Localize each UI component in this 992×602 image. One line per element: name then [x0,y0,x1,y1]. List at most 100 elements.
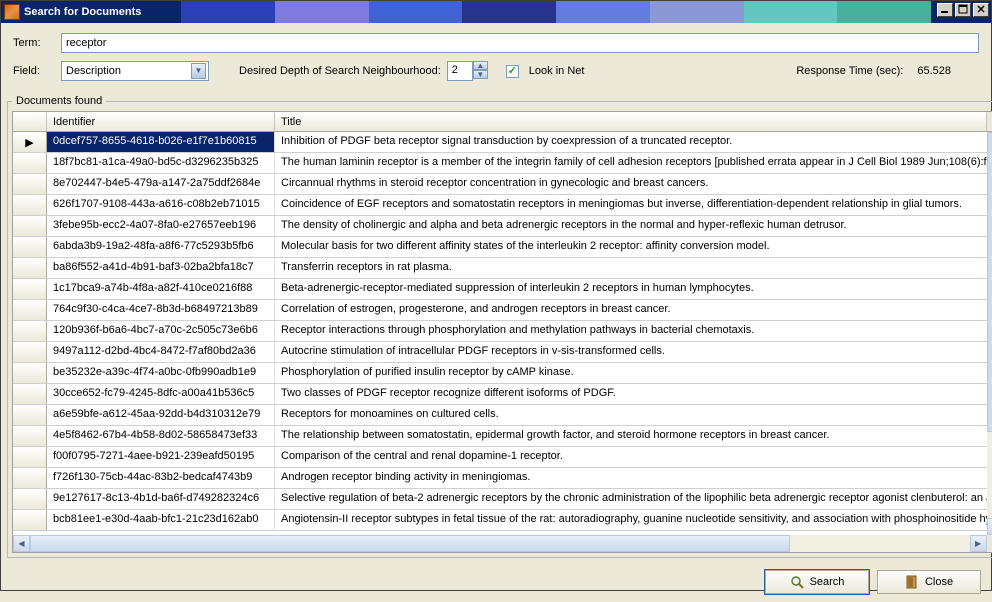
minimize-button[interactable] [937,3,953,17]
lookin-checkbox[interactable]: ✓ [506,65,519,78]
close-window-button[interactable] [973,3,989,17]
table-row[interactable]: 1c17bca9-a74b-4f8a-a82f-410ce0216f88Beta… [13,279,992,300]
title-cell[interactable]: Transferrin receptors in rat plasma. [275,258,992,278]
identifier-cell[interactable]: a6e59bfe-a612-45aa-92dd-b4d310312e79 [47,405,275,425]
spinner-up-icon[interactable]: ▲ [473,61,488,70]
identifier-cell[interactable]: 120b936f-b6a6-4bc7-a70c-2c505c73e6b6 [47,321,275,341]
identifier-cell[interactable]: 1c17bca9-a74b-4f8a-a82f-410ce0216f88 [47,279,275,299]
identifier-cell[interactable]: bcb81ee1-e30d-4aab-bfc1-21c23d162ab0 [47,510,275,530]
title-cell[interactable]: Coincidence of EGF receptors and somatos… [275,195,992,215]
identifier-cell[interactable]: f00f0795-7271-4aee-b921-239eafd50195 [47,447,275,467]
vertical-scrollbar[interactable]: ▼ [987,132,992,535]
table-row[interactable]: a6e59bfe-a612-45aa-92dd-b4d310312e79Rece… [13,405,992,426]
title-cell[interactable]: Beta-adrenergic-receptor-mediated suppre… [275,279,992,299]
table-row[interactable]: 764c9f30-c4ca-4ce7-8b3d-b68497213b89Corr… [13,300,992,321]
field-select[interactable]: Description ▼ [61,61,209,81]
title-cell[interactable]: The human laminin receptor is a member o… [275,153,992,173]
identifier-column-header[interactable]: Identifier [47,112,275,131]
row-selector[interactable] [13,468,47,488]
identifier-cell[interactable]: 0dcef757-8655-4618-b026-e1f7e1b60815 [47,132,275,152]
hscroll-left-icon[interactable]: ◀ [13,535,30,552]
table-row[interactable]: f00f0795-7271-4aee-b921-239eafd50195Comp… [13,447,992,468]
table-row[interactable]: bcb81ee1-e30d-4aab-bfc1-21c23d162ab0Angi… [13,510,992,531]
identifier-cell[interactable]: 626f1707-9108-443a-a616-c08b2eb71015 [47,195,275,215]
maximize-button[interactable] [955,3,971,17]
table-row[interactable]: 8e702447-b4e5-479a-a147-2a75ddf2684eCirc… [13,174,992,195]
row-selector[interactable] [13,405,47,425]
table-row[interactable]: 626f1707-9108-443a-a616-c08b2eb71015Coin… [13,195,992,216]
title-cell[interactable]: Androgen receptor binding activity in me… [275,468,992,488]
title-cell[interactable]: Selective regulation of beta-2 adrenergi… [275,489,992,509]
table-row[interactable]: ba86f552-a41d-4b91-baf3-02ba2bfa18c7Tran… [13,258,992,279]
table-row[interactable]: 9e127617-8c13-4b1d-ba6f-d749282324c6Sele… [13,489,992,510]
identifier-cell[interactable]: 18f7bc81-a1ca-49a0-bd5c-d3296235b325 [47,153,275,173]
table-row[interactable]: 18f7bc81-a1ca-49a0-bd5c-d3296235b325The … [13,153,992,174]
title-column-header[interactable]: Title [275,112,987,131]
row-selector[interactable] [13,195,47,215]
results-grid[interactable]: Identifier Title ▲ ▶0dcef757-8655-4618-b… [12,111,992,553]
row-selector[interactable] [13,216,47,236]
row-selector[interactable] [13,342,47,362]
title-cell[interactable]: The relationship between somatostatin, e… [275,426,992,446]
title-cell[interactable]: Angiotensin-II receptor subtypes in feta… [275,510,992,530]
table-row[interactable]: 6abda3b9-19a2-48fa-a8f6-77c5293b5fb6Mole… [13,237,992,258]
row-selector[interactable] [13,279,47,299]
vscroll-up-icon[interactable]: ▲ [987,112,992,131]
title-cell[interactable]: Two classes of PDGF receptor recognize d… [275,384,992,404]
table-row[interactable]: 4e5f8462-67b4-4b58-8d02-58658473ef33The … [13,426,992,447]
row-selector[interactable] [13,447,47,467]
hscroll-thumb[interactable] [30,535,790,552]
identifier-cell[interactable]: 30cce652-fc79-4245-8dfc-a00a41b536c5 [47,384,275,404]
spinner-down-icon[interactable]: ▼ [473,70,488,79]
row-selector[interactable] [13,174,47,194]
row-selector[interactable] [13,300,47,320]
table-row[interactable]: be35232e-a39c-4f74-a0bc-0fb990adb1e9Phos… [13,363,992,384]
row-selector[interactable]: ▶ [13,132,47,152]
row-selector[interactable] [13,384,47,404]
table-row[interactable]: ▶0dcef757-8655-4618-b026-e1f7e1b60815Inh… [13,132,992,153]
title-cell[interactable]: Molecular basis for two different affini… [275,237,992,257]
hscroll-right-icon[interactable]: ▶ [970,535,987,552]
title-cell[interactable]: Receptors for monoamines on cultured cel… [275,405,992,425]
title-cell[interactable]: Comparison of the central and renal dopa… [275,447,992,467]
identifier-cell[interactable]: 6abda3b9-19a2-48fa-a8f6-77c5293b5fb6 [47,237,275,257]
identifier-cell[interactable]: 9497a112-d2bd-4bc4-8472-f7af80bd2a36 [47,342,275,362]
row-selector[interactable] [13,363,47,383]
title-cell[interactable]: The density of cholinergic and alpha and… [275,216,992,236]
identifier-cell[interactable]: f726f130-75cb-44ac-83b2-bedcaf4743b9 [47,468,275,488]
search-button[interactable]: Search [765,570,869,594]
identifier-cell[interactable]: ba86f552-a41d-4b91-baf3-02ba2bfa18c7 [47,258,275,278]
term-input[interactable] [61,33,979,53]
identifier-cell[interactable]: 4e5f8462-67b4-4b58-8d02-58658473ef33 [47,426,275,446]
depth-spinner[interactable]: 2 ▲ ▼ [447,61,488,81]
identifier-cell[interactable]: 764c9f30-c4ca-4ce7-8b3d-b68497213b89 [47,300,275,320]
row-selector-header[interactable] [13,112,47,131]
vscroll-down-icon[interactable]: ▼ [987,518,992,535]
title-cell[interactable]: Autocrine stimulation of intracellular P… [275,342,992,362]
depth-value[interactable]: 2 [447,61,473,81]
table-row[interactable]: 120b936f-b6a6-4bc7-a70c-2c505c73e6b6Rece… [13,321,992,342]
identifier-cell[interactable]: 3febe95b-ecc2-4a07-8fa0-e27657eeb196 [47,216,275,236]
row-selector[interactable] [13,489,47,509]
horizontal-scrollbar[interactable]: ◀ ▶ [13,535,987,552]
table-row[interactable]: 9497a112-d2bd-4bc4-8472-f7af80bd2a36Auto… [13,342,992,363]
table-row[interactable]: f726f130-75cb-44ac-83b2-bedcaf4743b9Andr… [13,468,992,489]
row-selector[interactable] [13,153,47,173]
title-cell[interactable]: Correlation of estrogen, progesterone, a… [275,300,992,320]
title-cell[interactable]: Circannual rhythms in steroid receptor c… [275,174,992,194]
title-cell[interactable]: Phosphorylation of purified insulin rece… [275,363,992,383]
table-row[interactable]: 3febe95b-ecc2-4a07-8fa0-e27657eeb196The … [13,216,992,237]
title-cell[interactable]: Receptor interactions through phosphoryl… [275,321,992,341]
row-selector[interactable] [13,510,47,530]
identifier-cell[interactable]: 9e127617-8c13-4b1d-ba6f-d749282324c6 [47,489,275,509]
table-row[interactable]: 30cce652-fc79-4245-8dfc-a00a41b536c5Two … [13,384,992,405]
title-cell[interactable]: Inhibition of PDGF beta receptor signal … [275,132,992,152]
identifier-cell[interactable]: 8e702447-b4e5-479a-a147-2a75ddf2684e [47,174,275,194]
close-button[interactable]: Close [877,570,981,594]
row-selector[interactable] [13,237,47,257]
row-selector[interactable] [13,321,47,341]
row-selector[interactable] [13,258,47,278]
vscroll-thumb[interactable] [987,132,992,432]
row-selector[interactable] [13,426,47,446]
identifier-cell[interactable]: be35232e-a39c-4f74-a0bc-0fb990adb1e9 [47,363,275,383]
